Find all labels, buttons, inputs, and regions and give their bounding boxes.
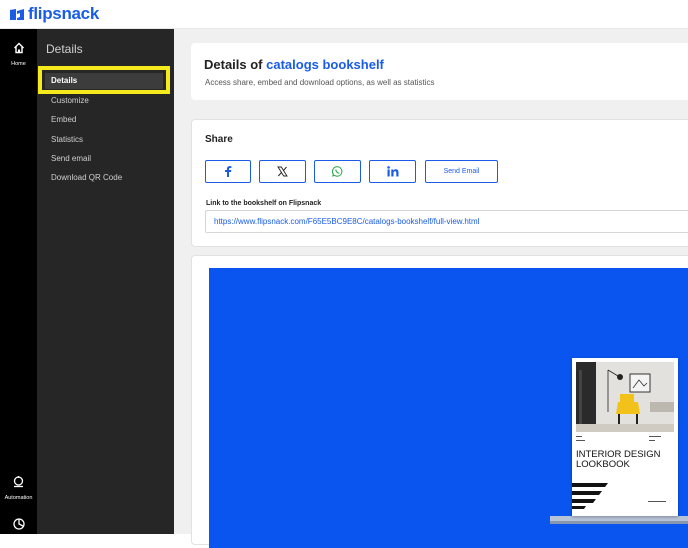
bookshelf-link-field[interactable]: https://www.flipsnack.com/F65E5BC9E8C/ca… — [205, 210, 688, 233]
page-title-name: catalogs bookshelf — [266, 57, 384, 72]
home-icon — [13, 42, 24, 54]
automation-label: Automation — [4, 495, 33, 501]
shelf — [550, 516, 688, 524]
send-email-button[interactable]: Send Email — [425, 160, 498, 183]
x-share-button[interactable] — [259, 160, 306, 183]
cover-small-text-right: ▬▬▬▬ ▬▬ — [649, 434, 661, 442]
catalog-cover[interactable]: ▬▬ ▬▬▬ ▬▬▬▬ ▬▬ INTERIOR DESIGN LOOKBOOK ▬▬… — [572, 358, 678, 516]
bookshelf-preview[interactable]: ▬▬ ▬▬▬ ▬▬▬▬ ▬▬ INTERIOR DESIGN LOOKBOOK ▬▬… — [209, 268, 688, 548]
sidebar-item-label: Details — [51, 76, 78, 85]
clock-icon — [12, 518, 25, 530]
app-rail: Home Automation — [0, 29, 37, 534]
flipsnack-logo-icon — [10, 8, 24, 20]
rail-clock[interactable] — [0, 517, 37, 535]
facebook-share-button[interactable] — [205, 160, 251, 183]
main-content: Details of catalogs bookshelf Access sha… — [174, 29, 688, 548]
facebook-icon — [225, 166, 232, 177]
whatsapp-share-button[interactable] — [314, 160, 361, 183]
sidebar-item-statistics[interactable]: Statistics — [51, 135, 83, 144]
sidebar-item-details[interactable]: Details — [45, 73, 163, 89]
sidebar-item-embed[interactable]: Embed — [51, 115, 76, 124]
share-title: Share — [205, 134, 233, 145]
page-subtitle: Access share, embed and download options… — [205, 78, 435, 87]
page-title-prefix: Details of — [204, 57, 263, 72]
interior-photo-image — [576, 362, 674, 432]
details-header: Details of catalogs bookshelf Access sha… — [191, 43, 688, 100]
rail-automation[interactable]: Automation — [0, 475, 37, 501]
x-icon — [277, 166, 288, 177]
details-sidebar: Details Details Customize Embed Statisti… — [37, 29, 174, 534]
linkedin-share-button[interactable] — [369, 160, 416, 183]
rail-home[interactable]: Home — [0, 41, 37, 67]
link-label: Link to the bookshelf on Flipsnack — [206, 200, 322, 207]
cover-photo — [576, 362, 674, 432]
cover-small-text-left: ▬▬ ▬▬▬ — [576, 434, 585, 442]
home-label: Home — [11, 61, 26, 67]
sidebar-item-send-email[interactable]: Send email — [51, 154, 91, 163]
flipsnack-logo[interactable]: flipsnack — [9, 4, 99, 24]
cover-stripes-graphic — [572, 483, 608, 509]
linkedin-icon — [386, 166, 398, 177]
sidebar-title: Details — [46, 42, 83, 56]
brand-name: flipsnack — [28, 4, 99, 23]
share-panel: Share Send Email Link to the bookshelf o… — [191, 119, 688, 247]
whatsapp-icon — [332, 166, 343, 177]
top-bar: flipsnack — [0, 0, 688, 29]
automation-icon — [13, 476, 24, 488]
sidebar-item-download-qr[interactable]: Download QR Code — [51, 173, 122, 182]
active-item-highlight: Details — [38, 66, 170, 94]
cover-url-text: ▬▬▬▬▬▬ — [648, 499, 666, 503]
sidebar-item-customize[interactable]: Customize — [51, 96, 89, 105]
page-title: Details of catalogs bookshelf — [204, 57, 384, 72]
bookshelf-preview-panel: ▬▬ ▬▬▬ ▬▬▬▬ ▬▬ INTERIOR DESIGN LOOKBOOK ▬▬… — [191, 255, 688, 548]
send-email-label: Send Email — [443, 168, 480, 175]
cover-title: INTERIOR DESIGN LOOKBOOK — [576, 449, 661, 470]
